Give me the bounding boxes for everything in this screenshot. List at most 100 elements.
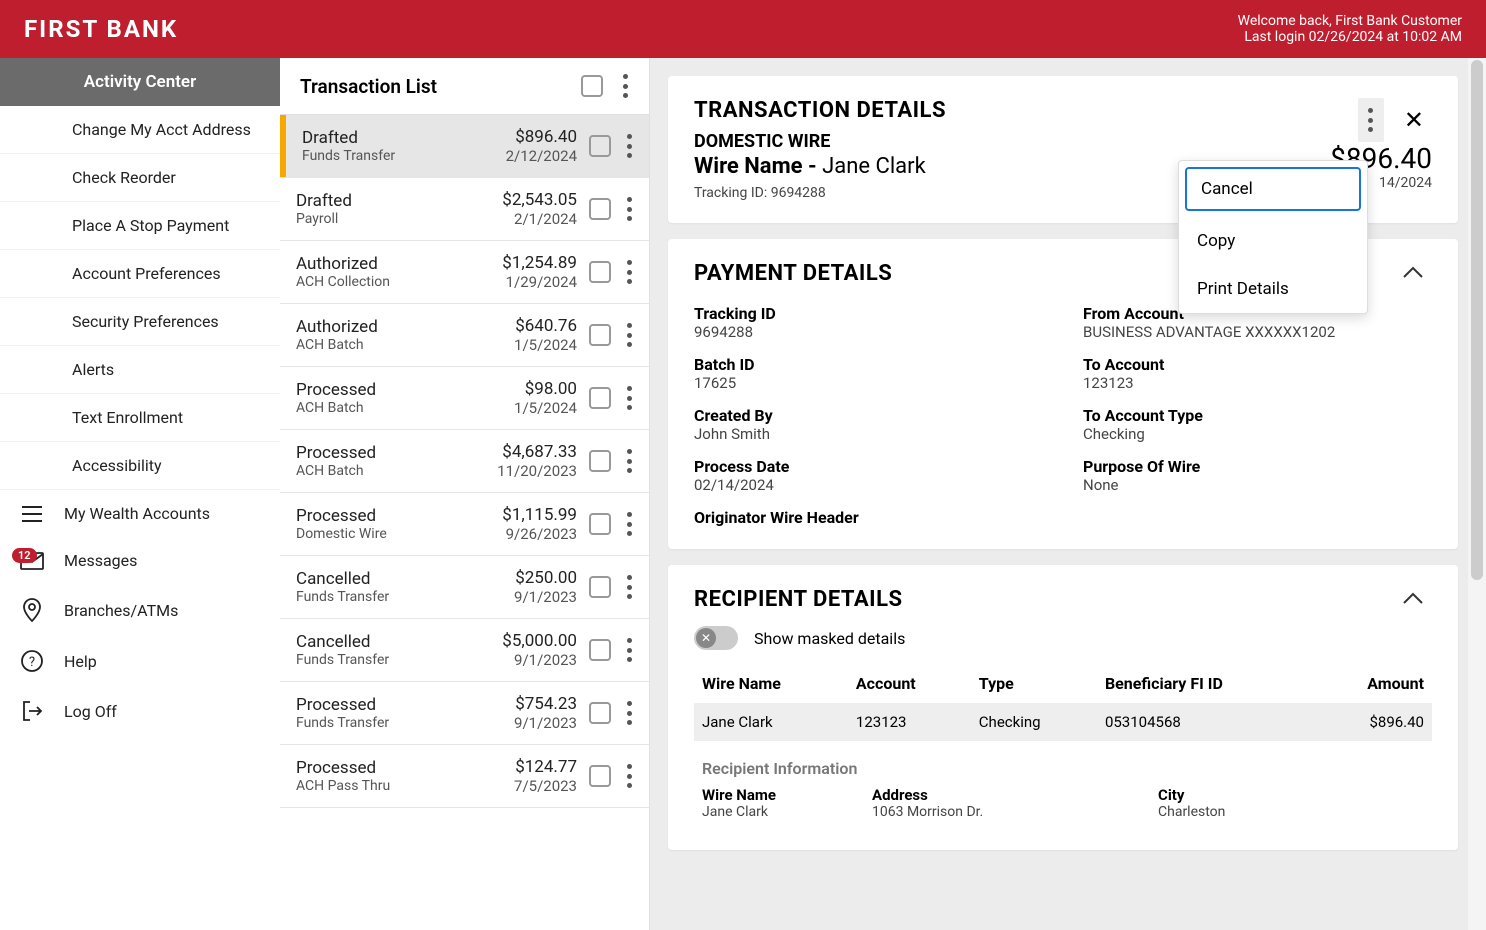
payment-field: To Account TypeChecking <box>1083 406 1432 443</box>
sidebar-item[interactable]: Alerts <box>0 346 280 394</box>
details-dropdown-menu: Cancel Copy Print Details <box>1178 160 1368 314</box>
sidebar-item[interactable]: Text Enrollment <box>0 394 280 442</box>
txn-checkbox[interactable] <box>589 765 611 787</box>
transaction-row[interactable]: Processed Funds Transfer $754.23 9/1/202… <box>280 682 649 745</box>
sidebar-item[interactable]: Accessibility <box>0 442 280 490</box>
scrollbar[interactable] <box>1468 58 1486 930</box>
transaction-row[interactable]: Processed Domestic Wire $1,115.99 9/26/2… <box>280 493 649 556</box>
txn-kebab-menu[interactable] <box>627 197 633 221</box>
sidebar-item[interactable]: Check Reorder <box>0 154 280 202</box>
last-login-text: Last login 02/26/2024 at 10:02 AM <box>1238 29 1462 45</box>
txn-status: Cancelled <box>296 632 490 652</box>
chevron-up-icon[interactable] <box>1394 587 1432 609</box>
txn-type: Domestic Wire <box>296 526 490 542</box>
txn-status: Processed <box>296 758 502 778</box>
transaction-row[interactable]: Drafted Funds Transfer $896.40 2/12/2024 <box>280 115 649 178</box>
badge: 12 <box>12 548 37 563</box>
transaction-row[interactable]: Authorized ACH Collection $1,254.89 1/29… <box>280 241 649 304</box>
txn-kebab-menu[interactable] <box>627 575 633 599</box>
transaction-row[interactable]: Cancelled Funds Transfer $250.00 9/1/202… <box>280 556 649 619</box>
txn-type: Funds Transfer <box>302 148 494 164</box>
scrollbar-thumb[interactable] <box>1471 60 1483 580</box>
transaction-row[interactable]: Processed ACH Pass Thru $124.77 7/5/2023 <box>280 745 649 808</box>
payment-field: Batch ID17625 <box>694 355 1043 392</box>
txn-checkbox[interactable] <box>589 702 611 724</box>
txn-kebab-menu[interactable] <box>627 764 633 788</box>
field-label: Purpose Of Wire <box>1083 457 1432 476</box>
sidebar-item-my-wealth-accounts[interactable]: My Wealth Accounts <box>0 490 280 537</box>
txn-amount: $5,000.00 <box>502 631 577 651</box>
chevron-up-icon[interactable] <box>1394 261 1432 283</box>
select-all-checkbox[interactable] <box>581 75 603 97</box>
txn-checkbox[interactable] <box>589 450 611 472</box>
txn-checkbox[interactable] <box>589 513 611 535</box>
txn-amount: $1,115.99 <box>502 505 577 525</box>
sidebar-item-help[interactable]: ?Help <box>0 636 280 686</box>
recipient-table: Wire NameAccountTypeBeneficiary FI IDAmo… <box>694 664 1432 741</box>
sidebar-item-label: Branches/ATMs <box>64 601 178 620</box>
txn-checkbox[interactable] <box>589 261 611 283</box>
field-value: 9694288 <box>694 323 1043 341</box>
txn-date: 9/1/2023 <box>502 651 577 669</box>
header-user-info: Welcome back, First Bank Customer Last l… <box>1238 13 1462 45</box>
payment-field: Created ByJohn Smith <box>694 406 1043 443</box>
field-value: 123123 <box>1083 374 1432 392</box>
transaction-row[interactable]: Processed ACH Batch $4,687.33 11/20/2023 <box>280 430 649 493</box>
table-header: Beneficiary FI ID <box>1097 664 1314 703</box>
txn-checkbox[interactable] <box>589 198 611 220</box>
list-kebab-menu[interactable] <box>623 74 629 98</box>
sidebar-item[interactable]: Account Preferences <box>0 250 280 298</box>
sidebar-item-messages[interactable]: 12Messages <box>0 537 280 584</box>
txn-checkbox[interactable] <box>589 135 611 157</box>
details-kebab-button[interactable] <box>1358 98 1384 142</box>
detail-process-date: 14/2024 <box>1379 175 1432 191</box>
txn-kebab-menu[interactable] <box>627 386 633 410</box>
sidebar-item[interactable]: Place A Stop Payment <box>0 202 280 250</box>
field-value: BUSINESS ADVANTAGE XXXXXX1202 <box>1083 323 1432 341</box>
txn-kebab-menu[interactable] <box>627 260 633 284</box>
sidebar-item-branches-atms[interactable]: Branches/ATMs <box>0 584 280 636</box>
help-icon: ? <box>20 650 44 672</box>
txn-checkbox[interactable] <box>589 576 611 598</box>
table-cell: Jane Clark <box>694 703 848 741</box>
masked-details-toggle[interactable]: ✕ <box>694 626 738 650</box>
field-label: To Account <box>1083 355 1432 374</box>
transaction-row[interactable]: Drafted Payroll $2,543.05 2/1/2024 <box>280 178 649 241</box>
txn-amount: $1,254.89 <box>502 253 577 273</box>
txn-status: Cancelled <box>296 569 502 589</box>
txn-status: Authorized <box>296 317 502 337</box>
transaction-row[interactable]: Cancelled Funds Transfer $5,000.00 9/1/2… <box>280 619 649 682</box>
close-icon[interactable]: ✕ <box>1396 102 1432 138</box>
txn-amount: $98.00 <box>514 379 577 399</box>
info-value: 1063 Morrison Dr. <box>872 804 1138 820</box>
txn-type: ACH Batch <box>296 400 502 416</box>
dropdown-copy[interactable]: Copy <box>1179 217 1367 265</box>
sidebar-item[interactable]: Security Preferences <box>0 298 280 346</box>
txn-kebab-menu[interactable] <box>627 638 633 662</box>
txn-checkbox[interactable] <box>589 387 611 409</box>
table-header: Type <box>971 664 1097 703</box>
txn-date: 2/1/2024 <box>502 210 577 228</box>
txn-date: 9/1/2023 <box>514 588 577 606</box>
txn-date: 1/5/2024 <box>514 399 577 417</box>
sidebar-title: Activity Center <box>0 58 280 106</box>
transaction-row[interactable]: Authorized ACH Batch $640.76 1/5/2024 <box>280 304 649 367</box>
txn-kebab-menu[interactable] <box>627 449 633 473</box>
sidebar-item-log-off[interactable]: Log Off <box>0 686 280 736</box>
txn-kebab-menu[interactable] <box>627 134 633 158</box>
txn-kebab-menu[interactable] <box>627 512 633 536</box>
payment-field: To Account123123 <box>1083 355 1432 392</box>
dropdown-cancel[interactable]: Cancel <box>1185 167 1361 211</box>
txn-status: Processed <box>296 695 502 715</box>
txn-checkbox[interactable] <box>589 324 611 346</box>
transaction-row[interactable]: Processed ACH Batch $98.00 1/5/2024 <box>280 367 649 430</box>
table-row: Jane Clark123123Checking053104568$896.40 <box>694 703 1432 741</box>
dropdown-print-details[interactable]: Print Details <box>1179 265 1367 313</box>
txn-checkbox[interactable] <box>589 639 611 661</box>
sidebar-item[interactable]: Change My Acct Address <box>0 106 280 154</box>
table-cell: 123123 <box>848 703 971 741</box>
txn-kebab-menu[interactable] <box>627 701 633 725</box>
field-label: Originator Wire Header <box>694 508 1043 527</box>
txn-kebab-menu[interactable] <box>627 323 633 347</box>
transaction-list-header: Transaction List <box>280 58 649 115</box>
